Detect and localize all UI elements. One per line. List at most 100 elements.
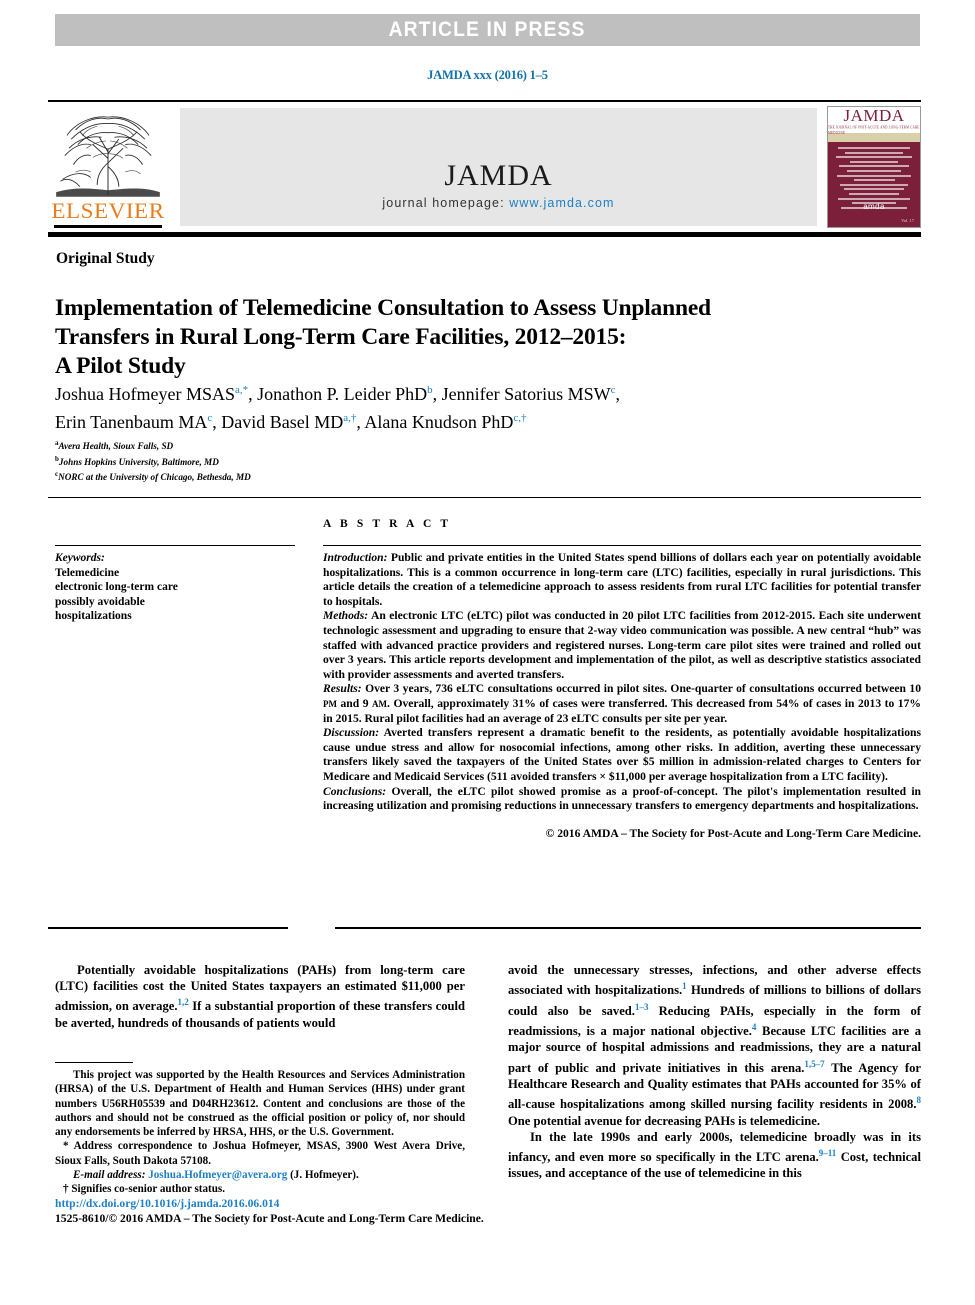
journal-title-panel: JAMDA journal homepage: www.jamda.com: [180, 108, 817, 226]
elsevier-tree-icon: [54, 108, 162, 199]
abstract-methods-label: Methods:: [323, 609, 369, 623]
body-left-paragraph-1: Potentially avoidable hospitalizations (…: [55, 962, 465, 1031]
abstract-bottom-rule-right: [335, 927, 921, 929]
abstract-introduction: Introduction: Public and private entitie…: [323, 551, 921, 609]
title-line-1: Implementation of Telemedicine Consultat…: [55, 294, 711, 321]
affiliation-b-text: Johns Hopkins University, Baltimore, MD: [58, 456, 219, 467]
footnote-correspondence: * Address correspondence to Joshua Hofme…: [55, 1140, 465, 1167]
cover-masthead: JAMDA THE JOURNAL OF POST-ACUTE AND LONG…: [828, 106, 920, 136]
affiliation-b: bJohns Hopkins University, Baltimore, MD: [55, 453, 555, 469]
abstract-methods-text: An electronic LTC (eLTC) pilot was condu…: [323, 609, 921, 681]
abstract-conclusions-label: Conclusions:: [323, 784, 387, 798]
footnote-email-link[interactable]: Joshua.Hofmeyer@avera.org: [148, 1169, 287, 1181]
author-marker-c-dagger: c,†: [513, 412, 527, 424]
cover-contents-lines: [828, 142, 920, 209]
page-title: Implementation of Telemedicine Consultat…: [55, 294, 855, 381]
abstract-introduction-text: Public and private entities in the Unite…: [323, 551, 921, 608]
body-column-right: avoid the unnecessary stresses, infectio…: [508, 962, 921, 1182]
author-leider: Jonathon P. Leider PhD: [257, 384, 428, 404]
abstract-introduction-label: Introduction:: [323, 551, 388, 564]
header-top-rule: [48, 100, 921, 102]
citation-ref[interactable]: 1,2: [177, 997, 188, 1007]
author-tanenbaum: Erin Tanenbaum MA: [55, 412, 208, 432]
author-knudson: Alana Knudson PhD: [364, 412, 514, 432]
cover-issue-label: Vol. 17: [901, 218, 914, 223]
author-marker-b: b: [427, 384, 433, 396]
author-hofmeyer: Joshua Hofmeyer MSAS: [55, 384, 235, 404]
abstract-heading: A B S T R A C T: [323, 518, 452, 530]
journal-masthead-title: JAMDA: [444, 159, 553, 192]
elsevier-wordmark: ELSEVIER: [51, 198, 165, 224]
abstract-results-text-2: and 9: [337, 696, 373, 710]
author-marker-c: c: [610, 384, 616, 396]
body-column-left: Potentially avoidable hospitalizations (…: [55, 962, 465, 1031]
affiliation-c: cNORC at the University of Chicago, Beth…: [55, 468, 555, 484]
abstract-conclusions-text: Overall, the eLTC pilot showed promise a…: [323, 784, 921, 813]
keywords-heading: Keywords:: [55, 552, 105, 564]
affiliation-a-text: Avera Health, Sioux Falls, SD: [58, 441, 174, 452]
abstract-copyright: © 2016 AMDA – The Society for Post-Acute…: [545, 826, 921, 840]
journal-homepage-label: journal homepage:: [382, 196, 505, 210]
title-line-3: A Pilot Study: [55, 352, 186, 379]
abstract-rule: [323, 545, 921, 547]
abstract-discussion-text: Averted transfers represent a dramatic b…: [323, 726, 921, 783]
abstract-conclusions: Conclusions: Overall, the eLTC pilot sho…: [323, 785, 921, 814]
keywords-block: Keywords: Telemedicine electronic long-t…: [55, 551, 305, 624]
abstract-results-am: AM: [372, 698, 388, 709]
body-right-paragraph-1: avoid the unnecessary stresses, infectio…: [508, 962, 921, 1129]
author-satorius: Jennifer Satorius MSW: [441, 384, 611, 404]
title-line-2: Transfers in Rural Long-Term Care Facili…: [55, 323, 627, 350]
article-in-press-label: ARTICLE IN PRESS: [389, 18, 586, 41]
author-line-2: Erin Tanenbaum MAc, David Basel MDa,†, A…: [55, 412, 527, 432]
abstract-discussion: Discussion: Averted transfers represent …: [323, 726, 921, 784]
affiliation-a: aAvera Health, Sioux Falls, SD: [55, 437, 555, 453]
cover-subtitle: THE JOURNAL OF POST-ACUTE AND LONG-TERM …: [828, 123, 920, 136]
author-line-1: Joshua Hofmeyer MSASa,*, Jonathon P. Lei…: [55, 384, 621, 404]
abstract-results-text-1: Over 3 years, 736 eLTC consultations occ…: [361, 682, 921, 696]
abstract-methods: Methods: An electronic LTC (eLTC) pilot …: [323, 609, 921, 682]
affiliation-c-text: NORC at the University of Chicago, Bethe…: [58, 472, 251, 483]
abstract-discussion-label: Discussion:: [323, 726, 380, 740]
cover-title: JAMDA: [843, 106, 905, 125]
citation-ref[interactable]: 8: [917, 1095, 922, 1105]
author-list: Joshua Hofmeyer MSASa,*, Jonathon P. Lei…: [55, 378, 875, 434]
footnote-email-label: E-mail address:: [73, 1169, 146, 1182]
keyword-item: hospitalizations: [55, 610, 132, 622]
abstract-bottom-rule-left: [48, 927, 288, 929]
elsevier-logo: ELSEVIER: [48, 104, 168, 230]
affiliation-list: aAvera Health, Sioux Falls, SD bJohns Ho…: [55, 437, 555, 484]
body-right-paragraph-2: In the late 1990s and early 2000s, telem…: [508, 1129, 921, 1182]
citation-ref[interactable]: 9–11: [819, 1148, 837, 1158]
keyword-item: possibly avoidable: [55, 595, 145, 608]
footnote-email-suffix: (J. Hofmeyer).: [287, 1169, 359, 1182]
elsevier-underline: [54, 225, 162, 228]
citation-ref[interactable]: 1,5–7: [804, 1059, 824, 1069]
doi-link[interactable]: http://dx.doi.org/10.1016/j.jamda.2016.0…: [55, 1196, 555, 1211]
abstract-results-text-3: . Overall, approximately 31% of cases we…: [323, 696, 921, 725]
journal-cover-thumbnail: JAMDA THE JOURNAL OF POST-ACUTE AND LONG…: [827, 106, 921, 228]
article-section-label: Original Study: [56, 250, 155, 267]
keyword-item: electronic long-term care: [55, 581, 178, 593]
footnote-email: E-mail address: Joshua.Hofmeyer@avera.or…: [55, 1168, 465, 1182]
keyword-item: Telemedicine: [55, 566, 120, 579]
journal-citation-line: JAMDA xxx (2016) 1–5: [427, 68, 548, 82]
abstract-results-pm: PM: [323, 698, 337, 709]
header-bottom-rule: [48, 232, 921, 237]
article-in-press-banner: ARTICLE IN PRESS: [55, 14, 920, 46]
body-right-p1-f: One potential avenue for decreasing PAHs…: [508, 1113, 821, 1128]
abstract-region-top-rule: [48, 497, 921, 498]
author-marker-a-dagger: a,†: [343, 412, 357, 424]
citation-ref[interactable]: 1–3: [635, 1002, 649, 1012]
journal-homepage-line: journal homepage: www.jamda.com: [382, 196, 614, 210]
abstract-results-label: Results:: [323, 682, 362, 696]
author-basel: David Basel MD: [221, 412, 344, 432]
footnote-funding: This project was supported by the Health…: [55, 1069, 465, 1139]
abstract-results: Results: Over 3 years, 736 eLTC consulta…: [323, 682, 921, 726]
cover-society-logo: amda: [863, 202, 885, 211]
footnote-separator-rule: [55, 1062, 133, 1064]
issn-copyright-line: 1525-8610/© 2016 AMDA – The Society for …: [55, 1212, 484, 1225]
footnote-block: This project was supported by the Health…: [55, 1068, 465, 1197]
journal-header: ELSEVIER JAMDA journal homepage: www.jam…: [48, 104, 921, 230]
keywords-rule: [55, 545, 295, 547]
journal-homepage-url[interactable]: www.jamda.com: [509, 196, 614, 210]
